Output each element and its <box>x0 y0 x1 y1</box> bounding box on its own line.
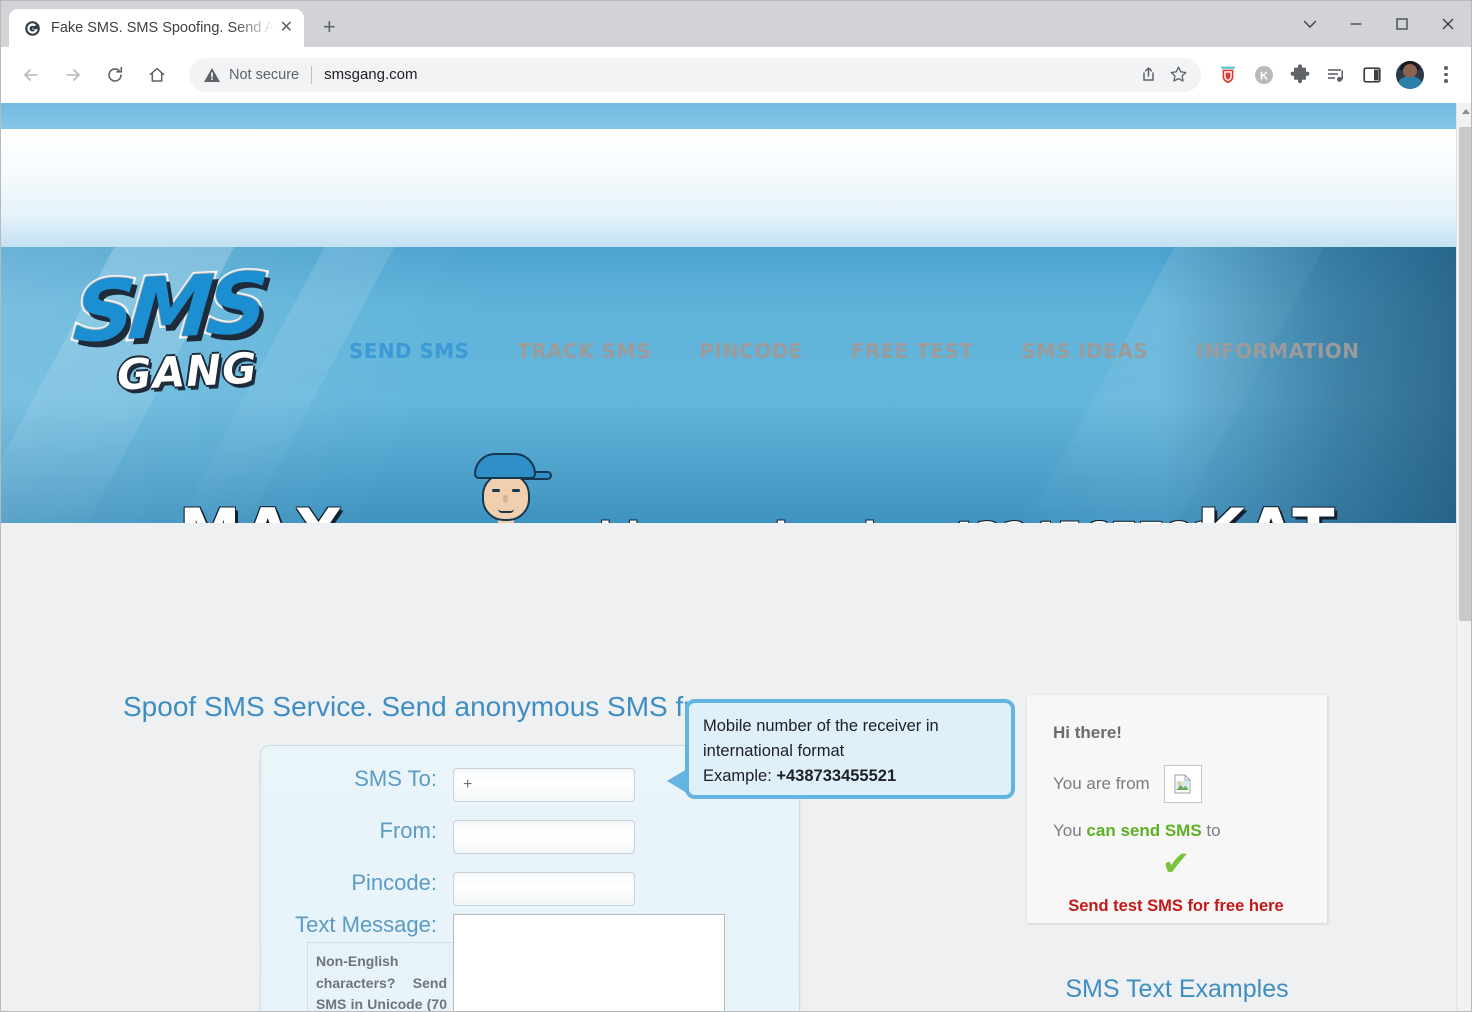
tooltip-example: Example: +438733455521 <box>703 764 997 789</box>
page-scrollbar[interactable] <box>1456 103 1471 1011</box>
browser-tab[interactable]: Fake SMS. SMS Spoofing. Send A ✕ <box>9 9 305 47</box>
new-tab-button[interactable]: + <box>312 10 346 44</box>
sms-to-tooltip: Mobile number of the receiver in interna… <box>667 699 1015 799</box>
side-panel-icon[interactable] <box>1355 58 1389 92</box>
nav-item-pincode[interactable]: PINCODE <box>699 339 803 363</box>
text-message-label: Text Message: <box>295 912 437 937</box>
hero-arrow-icon: ➚ <box>373 512 407 523</box>
nav-item-send-sms[interactable]: SEND SMS <box>349 339 469 363</box>
url-text: smsgang.com <box>324 66 418 83</box>
smsgang-favicon <box>23 19 41 37</box>
site-logo[interactable]: SMS GANG <box>68 251 291 415</box>
nav-item-free-test[interactable]: FREE TEST <box>851 339 973 363</box>
media-playlist-icon[interactable] <box>1319 58 1353 92</box>
browser-toolbar: Not secure smsgang.com K <box>1 47 1471 103</box>
tooltip-pointer <box>667 769 687 793</box>
kaspersky-k-icon[interactable]: K <box>1247 58 1281 92</box>
tab-title: Fake SMS. SMS Spoofing. Send A <box>51 20 275 36</box>
three-dot-menu-icon[interactable] <box>1431 58 1461 92</box>
pincode-input[interactable] <box>453 872 635 906</box>
not-secure-warning-icon <box>203 66 221 84</box>
star-icon[interactable] <box>1163 60 1193 90</box>
close-button[interactable] <box>1425 1 1471 47</box>
site-navigation: SEND SMS TRACK SMS PINCODE FREE TEST SMS… <box>349 339 1359 363</box>
text-message-textarea[interactable] <box>453 914 725 1011</box>
unicode-option: Non-English characters? Send SMS in Unic… <box>307 942 453 1012</box>
logo-main-text: SMS <box>68 251 269 364</box>
scrollbar-thumb[interactable] <box>1459 127 1471 621</box>
pincode-label: Pincode: <box>351 870 437 895</box>
browser-window: Fake SMS. SMS Spoofing. Send A ✕ + Not s… <box>0 0 1472 1012</box>
reload-icon[interactable] <box>97 57 133 93</box>
can-send-suffix: to <box>1201 821 1221 840</box>
site-header: SMS GANG SEND SMS TRACK SMS PINCODE FREE… <box>1 103 1456 523</box>
forward-icon[interactable] <box>55 57 91 93</box>
nav-item-track-sms[interactable]: TRACK SMS <box>517 339 651 363</box>
greeting-text: Hi there! <box>1053 723 1122 742</box>
window-controls <box>1287 1 1471 47</box>
svg-text:K: K <box>1260 70 1268 82</box>
sms-to-input[interactable]: + <box>453 768 635 802</box>
security-status-label: Not secure <box>229 66 300 83</box>
you-are-from-label: You are from <box>1053 774 1150 793</box>
extensions-puzzle-icon[interactable] <box>1283 58 1317 92</box>
sms-to-label: SMS To: <box>354 766 437 791</box>
profile-avatar[interactable] <box>1393 58 1427 92</box>
broken-image-icon <box>1163 765 1202 803</box>
can-send-status: You can send SMS to <box>1053 821 1299 841</box>
nav-item-information[interactable]: INFORMATION <box>1196 339 1359 363</box>
adblock-shield-icon[interactable] <box>1211 58 1245 92</box>
nav-item-sms-ideas[interactable]: SMS IDEAS <box>1021 339 1148 363</box>
minimize-button[interactable] <box>1333 1 1379 47</box>
scrollbar-up-arrow[interactable] <box>1457 103 1471 120</box>
title-bar: Fake SMS. SMS Spoofing. Send A ✕ + <box>1 1 1471 47</box>
omnibox-divider <box>311 65 313 84</box>
tab-strip: Fake SMS. SMS Spoofing. Send A ✕ + <box>1 1 346 47</box>
cartoon-character-illustration <box>456 447 568 523</box>
tooltip-example-value: +438733455521 <box>776 766 897 785</box>
you-are-from-row: You are from <box>1053 765 1299 803</box>
sms-text-examples-title: SMS Text Examples <box>1065 975 1289 1003</box>
hero-number-text: his number is +4324567782 <box>599 515 1220 523</box>
home-icon[interactable] <box>139 57 175 93</box>
can-send-strong: can send SMS <box>1086 821 1202 840</box>
tooltip-line-2: international format <box>703 741 845 760</box>
logo-sub-text: GANG <box>115 343 259 400</box>
geo-info-card: Hi there! You are from You can send SMS … <box>1027 695 1327 923</box>
from-label: From: <box>379 818 437 843</box>
address-bar[interactable]: Not secure smsgang.com <box>189 57 1201 92</box>
maximize-button[interactable] <box>1379 1 1425 47</box>
hero-word-max: MAX <box>179 495 345 523</box>
tab-close-icon[interactable]: ✕ <box>274 16 298 40</box>
back-icon[interactable] <box>13 57 49 93</box>
web-page: SMS GANG SEND SMS TRACK SMS PINCODE FREE… <box>1 103 1456 1012</box>
free-test-link[interactable]: Send test SMS for free here <box>1053 897 1299 916</box>
tooltip-line-1: Mobile number of the receiver in <box>703 717 939 735</box>
page-title: Spoof SMS Service. Send anonymous SMS fr <box>123 691 693 722</box>
from-input[interactable] <box>453 820 635 854</box>
tab-search-icon[interactable] <box>1287 1 1333 47</box>
tooltip-example-label: Example: <box>703 766 777 785</box>
unicode-note-text: Non-English characters? Send SMS in Unic… <box>316 953 447 1012</box>
hero-right-name: KAT <box>1197 495 1337 523</box>
page-viewport: SMS GANG SEND SMS TRACK SMS PINCODE FREE… <box>1 103 1471 1012</box>
can-send-prefix: You <box>1053 821 1087 840</box>
omnibox-actions <box>1133 60 1193 90</box>
green-check-icon: ✔ <box>1161 845 1191 883</box>
share-icon[interactable] <box>1133 60 1163 90</box>
header-nav-band <box>1 129 1456 247</box>
